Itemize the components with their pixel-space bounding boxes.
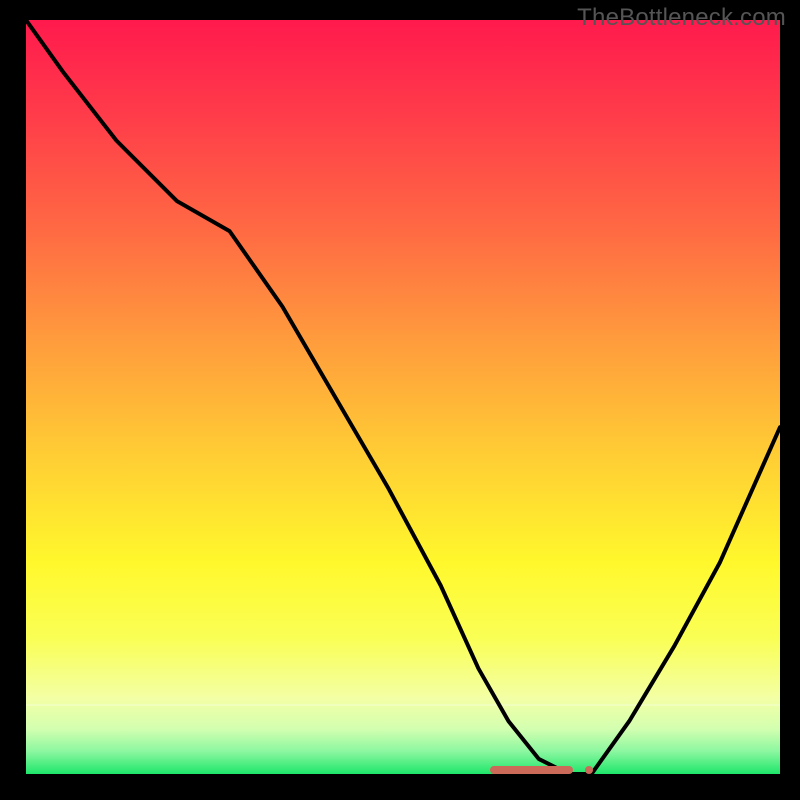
optimal-range-marker — [490, 766, 573, 774]
watermark-text: TheBottleneck.com — [577, 4, 786, 32]
plot-area — [26, 20, 780, 774]
bottleneck-curve — [26, 20, 780, 774]
chart-container: TheBottleneck.com — [0, 0, 800, 800]
